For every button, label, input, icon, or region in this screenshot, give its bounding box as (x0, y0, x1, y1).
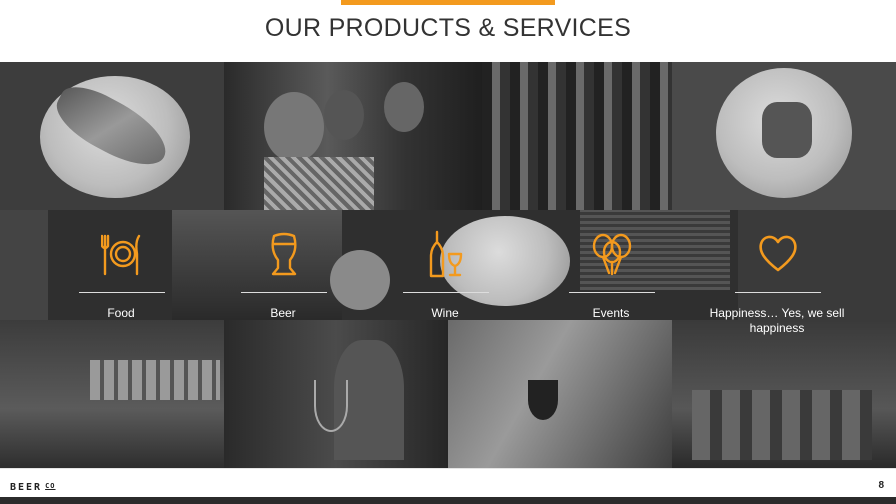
service-label-wine: Wine (431, 306, 459, 320)
balloons-icon (592, 233, 632, 276)
photo-dessert-plate (672, 62, 896, 210)
service-label-food: Food (107, 306, 135, 320)
photo-wine-glass-hand (448, 320, 672, 468)
service-divider (569, 292, 655, 293)
page-title: OUR PRODUCTS & SERVICES (264, 14, 632, 42)
photo-bottles-shelf (482, 62, 672, 210)
service-events: Events (551, 210, 671, 320)
photo-dinner-party (672, 320, 896, 468)
service-happiness: Happiness… Yes, we sell happiness (710, 210, 844, 335)
service-label-happiness: Happiness… Yes, we sell happiness (709, 306, 845, 335)
photo-wine-pouring (224, 320, 448, 468)
wine-bottle-glass-icon (429, 230, 463, 278)
top-accent-bar (341, 0, 555, 5)
photo-people-bar (224, 62, 482, 210)
logo-text: BEER (10, 482, 43, 493)
services-overlay: Food Beer Wine Events Happiness… Yes, we… (0, 210, 896, 335)
page-number: 8 (878, 480, 884, 491)
plate-fork-knife-icon (101, 234, 141, 276)
footer-divider (0, 468, 896, 469)
service-beer: Beer (223, 210, 343, 320)
service-label-beer: Beer (270, 306, 296, 320)
service-label-events: Events (592, 306, 630, 320)
service-food: Food (61, 210, 181, 320)
heart-icon (759, 235, 797, 272)
beer-glass-icon (271, 232, 297, 276)
photo-fish-plate (0, 62, 224, 210)
photo-restaurant-interior (0, 320, 224, 468)
service-divider (735, 292, 821, 293)
bottom-bar (0, 497, 896, 504)
service-divider (79, 292, 165, 293)
beer-co-logo: BEER CO (10, 482, 56, 493)
service-divider (241, 292, 327, 293)
service-divider (403, 292, 489, 293)
logo-suffix: CO (45, 482, 56, 490)
service-wine: Wine (385, 210, 505, 320)
